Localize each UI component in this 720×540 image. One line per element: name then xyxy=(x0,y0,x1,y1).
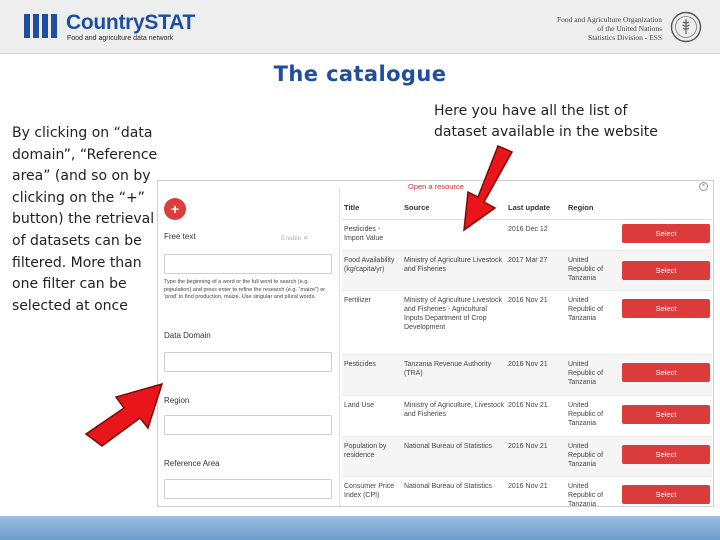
cell-source: National Bureau of Statistics xyxy=(404,443,492,450)
cell-source: Ministry of Agriculture Livestock and Fi… xyxy=(404,297,503,331)
select-button[interactable]: Select xyxy=(622,261,710,280)
slide-title: The catalogue xyxy=(273,62,447,86)
cell-last-update: 2016 Nov 21 xyxy=(508,402,548,409)
table-row: Pesticides - Import Value 2016 Dec 12 Se… xyxy=(342,220,712,251)
table-row: Food Availability (kg/capita/yr) Ministr… xyxy=(342,251,712,291)
reference-area-label: Reference Area xyxy=(164,459,220,468)
select-button[interactable]: Select xyxy=(622,445,710,464)
organization-name: Food and Agriculture Organization of the… xyxy=(502,15,662,42)
reference-area-input[interactable] xyxy=(164,479,332,499)
cell-title: Fertilizer xyxy=(344,297,371,304)
cell-last-update: 2017 Mar 27 xyxy=(508,257,548,264)
arrow-to-filters xyxy=(84,382,164,447)
cell-source: National Bureau of Statistics xyxy=(404,483,492,490)
plus-icon: + xyxy=(170,201,180,217)
data-domain-label: Data Domain xyxy=(164,331,211,340)
cell-region: United Republic of Tanzania xyxy=(568,443,604,468)
table-row: Consumer Price Index (CPI) National Bure… xyxy=(342,477,712,507)
filter-explanation: By clicking on “data domain”, “Reference… xyxy=(12,125,158,314)
close-icon[interactable]: × xyxy=(699,182,708,191)
cell-region: United Republic of Tanzania xyxy=(568,297,604,322)
cell-source: Tanzania Revenue Authority (TRA) xyxy=(404,361,492,377)
column-header-source[interactable]: Source xyxy=(404,203,429,212)
cell-title: Population by residence xyxy=(344,443,387,459)
app-name: CountrySTAT xyxy=(66,11,195,34)
data-domain-input[interactable] xyxy=(164,352,332,372)
region-input[interactable] xyxy=(164,415,332,435)
org-line: Food and Agriculture Organization xyxy=(556,15,662,24)
cell-source: Ministry of Agriculture Livestock and Fi… xyxy=(404,257,503,273)
catalogue-screenshot: Open a resource × + Free text Enable ✕ T… xyxy=(157,180,714,507)
select-button[interactable]: Select xyxy=(622,363,710,382)
filter-toggle[interactable]: Enable ✕ xyxy=(281,234,309,242)
footer-bar xyxy=(0,516,720,540)
free-text-input[interactable] xyxy=(164,254,332,274)
cell-title: Consumer Price Index (CPI) xyxy=(344,483,395,499)
column-header-title[interactable]: Title xyxy=(344,203,359,212)
search-help-text: Type the beginning of a word or the full… xyxy=(164,279,326,300)
add-filter-button[interactable]: + xyxy=(164,198,186,220)
dataset-list-explanation: Here you have all the list of dataset av… xyxy=(434,103,658,140)
cell-region: United Republic of Tanzania xyxy=(568,361,604,386)
table-row: Pesticides Tanzania Revenue Authority (T… xyxy=(342,355,712,396)
cell-last-update: 2016 Nov 21 xyxy=(508,483,548,490)
select-button[interactable]: Select xyxy=(622,299,710,318)
cell-region: United Republic of Tanzania xyxy=(568,483,604,507)
cell-title: Pesticides - Import Value xyxy=(344,226,384,242)
cell-last-update: 2016 Nov 21 xyxy=(508,297,548,304)
select-button[interactable]: Select xyxy=(622,485,710,504)
arrow-to-dataset-list xyxy=(463,145,514,232)
table-row: Population by residence National Bureau … xyxy=(342,437,712,477)
column-header-region[interactable]: Region xyxy=(568,203,593,212)
cell-source: Ministry of Agriculture, Livestock and F… xyxy=(404,402,504,418)
app-tagline: Food and agriculture data network xyxy=(67,35,174,42)
cell-title: Land Use xyxy=(344,402,374,409)
cell-last-update: 2016 Nov 21 xyxy=(508,443,548,450)
cell-title: Pesticides xyxy=(344,361,376,368)
fao-emblem-icon xyxy=(670,11,702,43)
cell-title: Food Availability (kg/capita/yr) xyxy=(344,257,395,273)
presentation-slide: CountrySTAT Food and agriculture data ne… xyxy=(0,0,720,540)
countrystat-logo-icon xyxy=(24,14,60,38)
table-row: Fertilizer Ministry of Agriculture Lives… xyxy=(342,291,712,355)
table-row: Land Use Ministry of Agriculture, Livest… xyxy=(342,396,712,437)
cell-region: United Republic of Tanzania xyxy=(568,257,604,282)
free-text-label: Free text xyxy=(164,232,196,241)
header-banner: CountrySTAT Food and agriculture data ne… xyxy=(0,0,720,54)
select-button[interactable]: Select xyxy=(622,224,710,243)
cell-last-update: 2016 Nov 21 xyxy=(508,361,548,368)
org-line: Statistics Division - ESS xyxy=(588,33,662,42)
panel-divider xyxy=(339,188,340,506)
select-button[interactable]: Select xyxy=(622,405,710,424)
org-line: of the United Nations xyxy=(597,24,662,33)
cell-region: United Republic of Tanzania xyxy=(568,402,604,427)
